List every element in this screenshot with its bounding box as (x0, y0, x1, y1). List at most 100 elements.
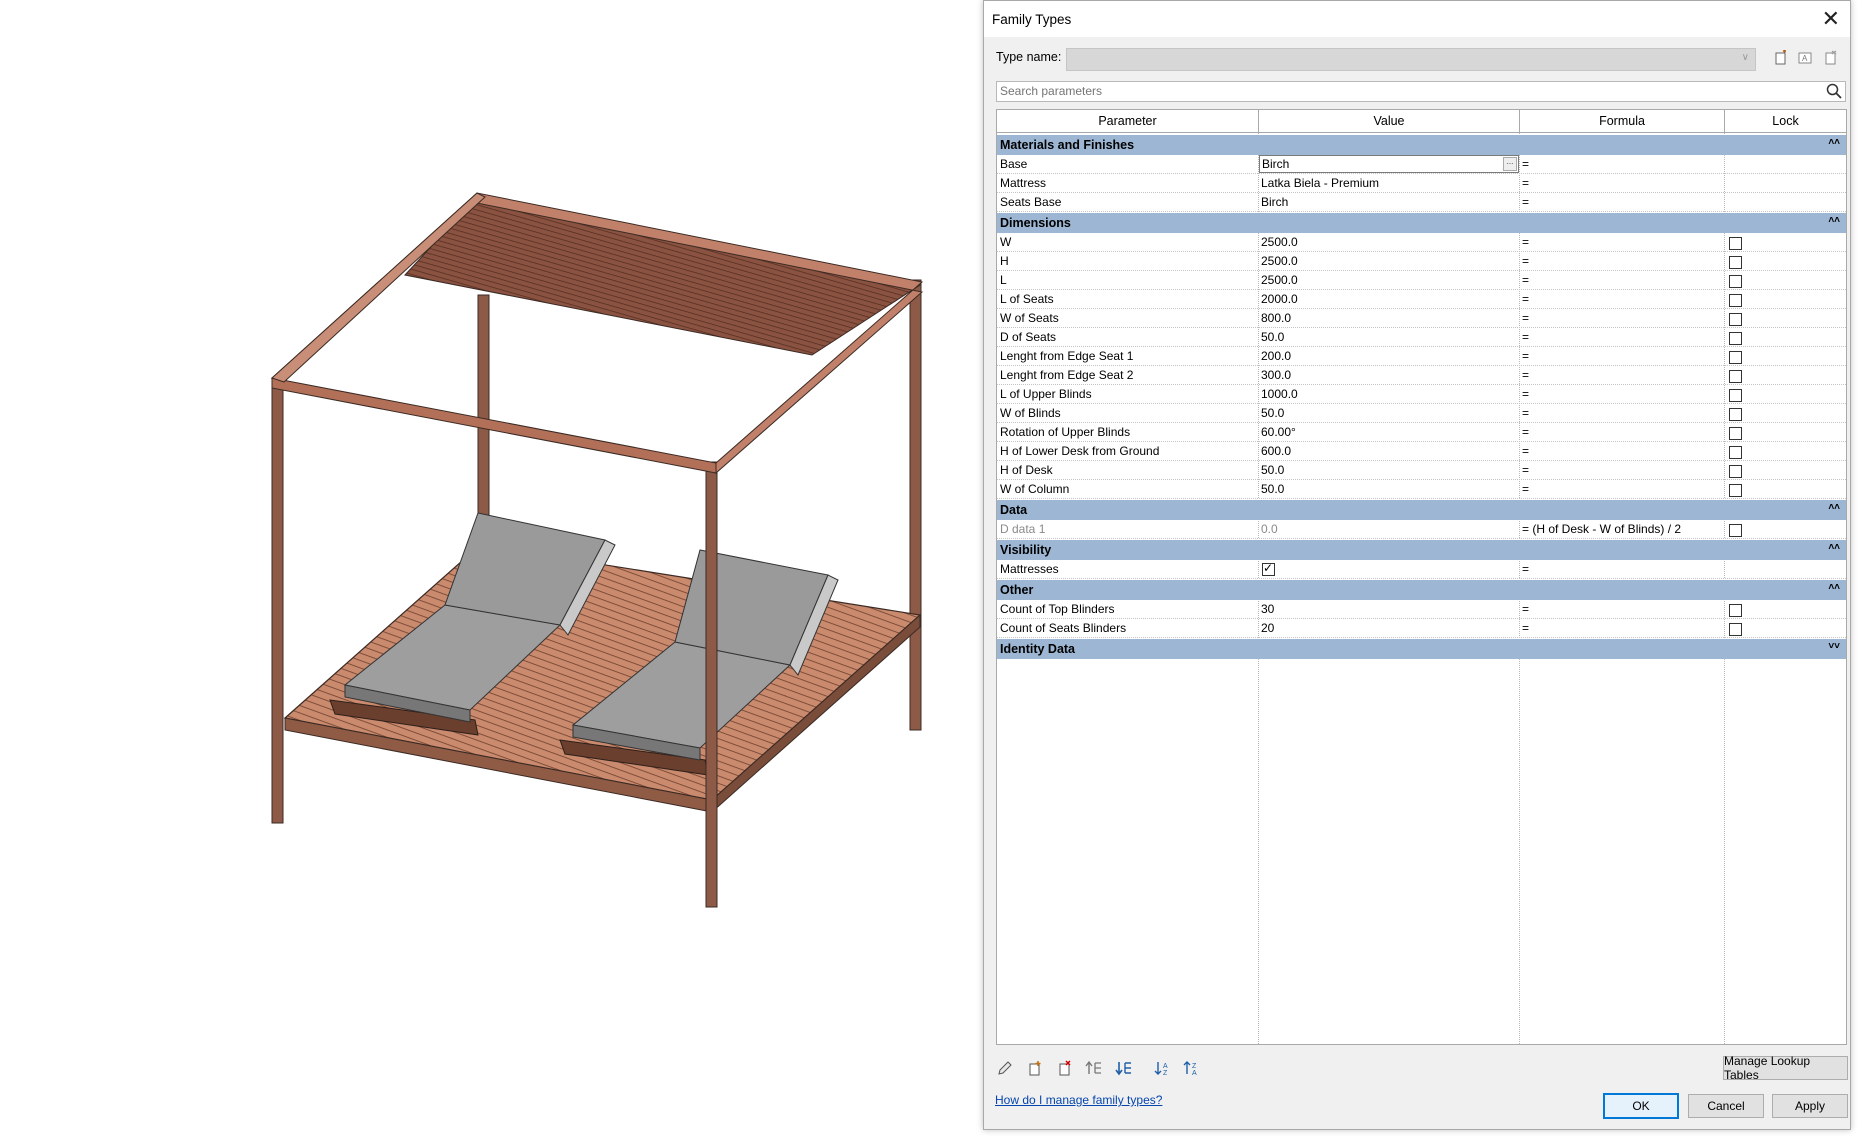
parameter-name[interactable]: Count of Top Blinders (1000, 600, 1255, 618)
parameter-formula[interactable]: = (1522, 193, 1722, 211)
parameter-name[interactable]: H (1000, 252, 1255, 270)
parameter-formula[interactable]: = (1522, 619, 1722, 637)
parameter-value[interactable]: Birch... (1259, 155, 1519, 173)
lock-checkbox[interactable] (1729, 446, 1742, 459)
column-header-lock[interactable]: Lock (1725, 110, 1846, 132)
lock-checkbox[interactable] (1729, 351, 1742, 364)
parameter-name[interactable]: Lenght from Edge Seat 2 (1000, 366, 1255, 384)
search-icon[interactable] (1825, 82, 1843, 100)
parameter-name[interactable]: W of Column (1000, 480, 1255, 498)
collapse-icon[interactable]: ˄˄ (1828, 542, 1840, 553)
parameter-value[interactable]: 30 (1261, 600, 1516, 618)
parameter-value[interactable]: 300.0 (1261, 366, 1516, 384)
lock-checkbox[interactable] (1729, 389, 1742, 402)
column-header-value[interactable]: Value (1259, 110, 1520, 132)
column-header-parameter[interactable]: Parameter (997, 110, 1259, 132)
parameter-formula[interactable]: = (1522, 252, 1722, 270)
parameter-formula[interactable]: = (1522, 233, 1722, 251)
parameter-name[interactable]: Rotation of Upper Blinds (1000, 423, 1255, 441)
parameter-name[interactable]: Mattresses (1000, 560, 1255, 578)
lock-checkbox[interactable] (1729, 604, 1742, 617)
delete-parameter-button[interactable] (1054, 1058, 1076, 1078)
group-header[interactable]: Dimensions ˄˄ (997, 212, 1846, 233)
collapse-icon[interactable]: ˄˄ (1828, 137, 1840, 148)
lock-checkbox[interactable] (1729, 408, 1742, 421)
parameter-name[interactable]: Lenght from Edge Seat 1 (1000, 347, 1255, 365)
browse-icon[interactable]: ... (1503, 157, 1517, 171)
parameter-value[interactable]: 2500.0 (1261, 252, 1516, 270)
parameter-value[interactable]: Latka Biela - Premium (1261, 174, 1516, 192)
parameter-formula[interactable]: = (1522, 328, 1722, 346)
type-name-dropdown[interactable]: ∨ (1066, 48, 1756, 71)
parameter-value[interactable]: 2500.0 (1261, 233, 1516, 251)
parameter-formula[interactable]: = (1522, 442, 1722, 460)
parameter-formula[interactable]: = (1522, 423, 1722, 441)
lock-checkbox[interactable] (1729, 237, 1742, 250)
parameter-value[interactable]: 800.0 (1261, 309, 1516, 327)
parameter-name[interactable]: W (1000, 233, 1255, 251)
parameter-formula[interactable]: = (1522, 385, 1722, 403)
parameter-formula[interactable]: = (1522, 461, 1722, 479)
cancel-button[interactable]: Cancel (1688, 1094, 1764, 1118)
parameter-formula[interactable]: = (H of Desk - W of Blinds) / 2 (1522, 520, 1722, 538)
lock-checkbox[interactable] (1729, 370, 1742, 383)
lock-checkbox[interactable] (1729, 256, 1742, 269)
parameter-name[interactable]: H of Desk (1000, 461, 1255, 479)
edit-parameter-button[interactable] (994, 1058, 1016, 1078)
lock-checkbox[interactable] (1729, 332, 1742, 345)
parameter-value[interactable]: 50.0 (1261, 480, 1516, 498)
column-header-formula[interactable]: Formula (1520, 110, 1725, 132)
parameter-formula[interactable]: = (1522, 290, 1722, 308)
rename-type-button[interactable]: A (1794, 47, 1816, 69)
lock-checkbox[interactable] (1729, 623, 1742, 636)
new-parameter-button[interactable] (1024, 1058, 1046, 1078)
parameter-name[interactable]: L of Upper Blinds (1000, 385, 1255, 403)
lock-checkbox[interactable] (1729, 275, 1742, 288)
parameter-formula[interactable]: = (1522, 600, 1722, 618)
group-header[interactable]: Materials and Finishes ˄˄ (997, 134, 1846, 155)
parameter-name[interactable]: W of Blinds (1000, 404, 1255, 422)
move-down-button[interactable] (1113, 1058, 1135, 1078)
search-parameters-field[interactable] (996, 81, 1846, 102)
parameter-value[interactable]: 50.0 (1261, 461, 1516, 479)
parameter-value[interactable]: 20 (1261, 619, 1516, 637)
parameter-name[interactable]: D of Seats (1000, 328, 1255, 346)
parameter-name[interactable]: L of Seats (1000, 290, 1255, 308)
collapse-icon[interactable]: ˄˄ (1828, 582, 1840, 593)
lock-checkbox[interactable] (1729, 465, 1742, 478)
lock-checkbox[interactable] (1729, 484, 1742, 497)
parameter-value[interactable]: 60.00° (1261, 423, 1516, 441)
parameter-formula[interactable]: = (1522, 366, 1722, 384)
search-input[interactable] (997, 82, 1800, 99)
parameter-formula[interactable]: = (1522, 404, 1722, 422)
parameter-name[interactable]: Count of Seats Blinders (1000, 619, 1255, 637)
collapse-icon[interactable]: ˄˄ (1828, 502, 1840, 513)
parameter-value[interactable]: 50.0 (1261, 404, 1516, 422)
model-viewport[interactable] (0, 0, 980, 1140)
parameter-value[interactable]: 1000.0 (1261, 385, 1516, 403)
group-header[interactable]: Identity Data ˅˅ (997, 638, 1846, 659)
parameter-value[interactable]: 50.0 (1261, 328, 1516, 346)
move-up-button[interactable] (1083, 1058, 1105, 1078)
parameter-value[interactable]: Birch (1261, 193, 1516, 211)
lock-checkbox[interactable] (1729, 313, 1742, 326)
lock-checkbox[interactable] (1729, 524, 1742, 537)
parameter-value[interactable]: 0.0 (1261, 520, 1516, 538)
parameter-name[interactable]: Base (1000, 155, 1255, 173)
delete-type-button[interactable] (1820, 47, 1842, 69)
parameter-formula[interactable]: = (1522, 309, 1722, 327)
parameter-formula[interactable]: = (1522, 347, 1722, 365)
parameter-formula[interactable]: = (1522, 174, 1722, 192)
expand-icon[interactable]: ˅˅ (1828, 641, 1840, 652)
parameter-formula[interactable]: = (1522, 271, 1722, 289)
parameter-formula[interactable]: = (1522, 480, 1722, 498)
value-checkbox[interactable] (1262, 561, 1275, 576)
parameter-name[interactable]: L (1000, 271, 1255, 289)
group-header[interactable]: Visibility ˄˄ (997, 539, 1846, 560)
parameter-value[interactable]: 2000.0 (1261, 290, 1516, 308)
ok-button[interactable]: OK (1603, 1093, 1679, 1119)
parameter-name[interactable]: Seats Base (1000, 193, 1255, 211)
parameter-value[interactable]: 200.0 (1261, 347, 1516, 365)
parameter-value[interactable]: 600.0 (1261, 442, 1516, 460)
sort-descending-button[interactable]: ZA (1181, 1058, 1203, 1078)
